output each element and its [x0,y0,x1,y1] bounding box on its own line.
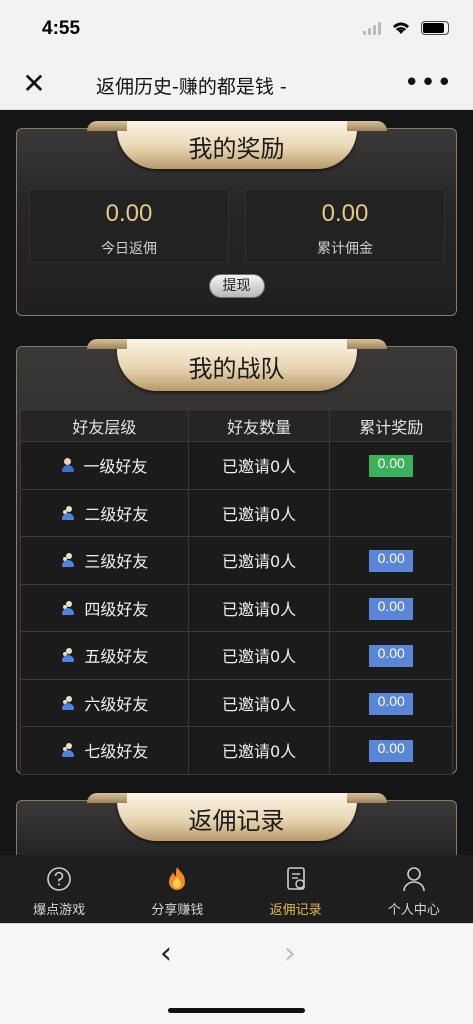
question-circle-icon [45,865,73,893]
team-title: 我的战队 [188,355,285,383]
status-time: 4:55 [42,18,81,39]
home-indicator [168,1008,305,1013]
rewards-title: 我的奖励 [188,135,285,163]
record-icon [282,865,310,893]
level-label: 六级好友 [84,694,149,714]
records-panel: 返佣记录 [16,793,457,855]
header-level: 好友层级 [20,409,189,442]
reward-badge: 0.00 [369,692,414,715]
invite-count: 已邀请0人 [187,488,331,537]
level-label: 二级好友 [84,504,149,524]
tab-profile[interactable]: 个人中心 [355,855,473,923]
nav-bar: ✕ 返佣历史-赚的都是钱 - ••• [0,58,473,110]
users-icon [60,648,76,663]
signal-icon [363,21,381,35]
table-row: 六级好友 已邀请0人 0.00 [20,678,453,727]
invite-count: 已邀请0人 [187,536,331,585]
records-title: 返佣记录 [188,807,285,835]
flame-icon [163,865,191,893]
total-commission-box: 0.00 累计佣金 [245,189,445,263]
reward-badge: 0.00 [369,645,414,668]
header-count: 好友数量 [187,409,331,442]
reward-cell-empty [329,488,453,537]
tab-label: 返佣记录 [269,903,322,918]
close-icon[interactable]: ✕ [20,70,48,98]
wifi-icon [393,22,409,34]
tab-share[interactable]: 分享赚钱 [118,855,236,923]
withdraw-button[interactable]: 提现 [208,274,265,298]
reward-badge: 0.00 [369,740,414,763]
browser-bar: ‹ › [0,923,473,1024]
more-icon[interactable]: ••• [404,68,453,98]
reward-badge: 0.00 [369,597,414,620]
records-ribbon: 返佣记录 [86,793,387,841]
total-commission-value: 0.00 [321,200,369,227]
today-rebate-box: 0.00 今日返佣 [29,189,229,263]
total-commission-label: 累计佣金 [317,241,373,257]
rewards-ribbon: 我的奖励 [86,121,387,169]
today-rebate-value: 0.00 [105,200,153,227]
level-label: 七级好友 [84,742,149,762]
rewards-panel: 我的奖励 0.00 今日返佣 0.00 累计佣金 提现 [16,121,457,316]
main-content[interactable]: 我的奖励 0.00 今日返佣 0.00 累计佣金 提现 我的战队 好友层级 好友… [0,110,473,855]
table-row: 一级好友 已邀请0人 0.00 [20,441,453,490]
team-table: 好友层级 好友数量 累计奖励 一级好友 已邀请0人 0.00 二级好友 已邀请0… [20,409,453,775]
invite-count: 已邀请0人 [187,441,331,490]
reward-badge: 0.00 [369,455,414,478]
status-icons [363,20,449,35]
tab-games[interactable]: 爆点游戏 [0,855,118,923]
battery-icon [421,20,449,35]
reward-badge: 0.00 [369,550,414,573]
level-label: 一级好友 [83,457,148,477]
invite-count: 已邀请0人 [187,678,331,727]
header-reward: 累计奖励 [329,409,453,442]
forward-arrow-icon[interactable]: › [284,936,296,971]
tab-bar: 爆点游戏 分享赚钱 返佣记录 个人中心 [0,855,473,923]
team-ribbon: 我的战队 [86,339,387,391]
invite-count: 已邀请0人 [187,631,331,680]
invite-count: 已邀请0人 [187,726,331,775]
level-label: 五级好友 [84,647,149,667]
back-arrow-icon[interactable]: ‹ [160,936,172,971]
invite-count: 已邀请0人 [187,583,331,632]
level-label: 三级好友 [84,552,149,572]
users-icon [60,695,76,710]
table-row: 五级好友 已邀请0人 0.00 [20,631,453,680]
level-label: 四级好友 [84,599,149,619]
users-icon [60,600,76,615]
user-icon [61,458,75,473]
status-bar: 4:55 [0,0,473,58]
users-icon [60,743,76,758]
team-panel: 我的战队 好友层级 好友数量 累计奖励 一级好友 已邀请0人 0.00 二级好友… [16,339,457,775]
page-title: 返佣历史-赚的都是钱 - [96,76,287,98]
tab-label: 个人中心 [387,903,440,918]
table-row: 三级好友 已邀请0人 0.00 [20,536,453,585]
tab-label: 分享赚钱 [151,903,204,918]
user-icon [400,865,428,893]
users-icon [60,553,76,568]
users-icon [60,505,76,520]
table-row: 四级好友 已邀请0人 0.00 [20,583,453,632]
table-row: 二级好友 已邀请0人 [20,488,453,537]
table-row: 七级好友 已邀请0人 0.00 [20,726,453,775]
today-rebate-label: 今日返佣 [101,241,157,257]
tab-rebate-records[interactable]: 返佣记录 [237,855,355,923]
tab-label: 爆点游戏 [33,903,86,918]
